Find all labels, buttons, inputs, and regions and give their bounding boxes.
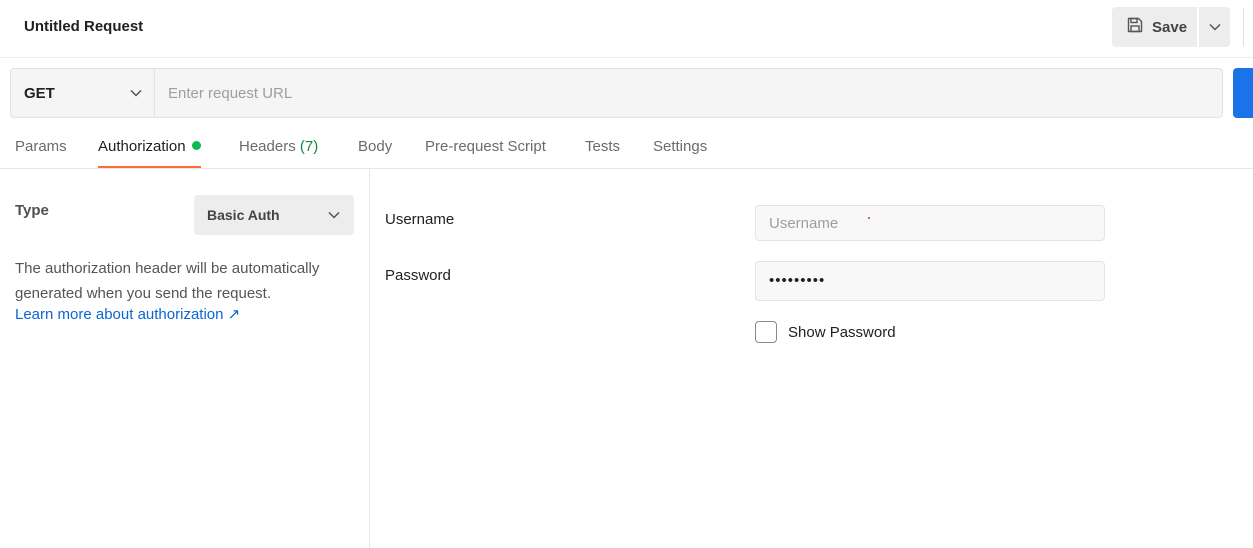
learn-more-link[interactable]: Learn more about authorization ↗ [15, 305, 240, 323]
method-label: GET [24, 84, 55, 102]
password-field[interactable]: ••••••••• [755, 261, 1105, 301]
tab-label: Tests [585, 138, 621, 155]
chevron-down-icon [328, 206, 340, 224]
tab-tests[interactable]: Tests [585, 128, 620, 168]
save-options-button[interactable] [1199, 7, 1230, 47]
tab-params[interactable]: Params [15, 128, 67, 168]
password-label: Password [385, 267, 451, 284]
tab-label: Params [15, 138, 67, 155]
username-field[interactable] [755, 205, 1105, 241]
auth-fields-panel: Username Password ••••••••• Show Passwor… [371, 169, 1253, 548]
save-icon [1126, 16, 1144, 38]
username-label: Username [385, 211, 455, 228]
header-divider [1243, 8, 1244, 46]
auth-type-panel: Type Basic Auth The authorization header… [0, 169, 370, 548]
chevron-down-icon [130, 84, 142, 102]
url-input[interactable] [155, 69, 1222, 117]
method-select[interactable]: GET [11, 69, 155, 117]
chevron-down-icon [1208, 18, 1221, 36]
request-tabs: Params Authorization Headers (7) Body Pr… [0, 128, 1253, 169]
tab-settings[interactable]: Settings [653, 128, 707, 168]
request-title[interactable]: Untitled Request [24, 18, 143, 35]
url-bar: GET [10, 68, 1223, 118]
auth-type-label: Type [15, 202, 49, 219]
tab-body[interactable]: Body [358, 128, 392, 168]
save-button-label: Save [1152, 18, 1188, 36]
tab-label: Body [358, 138, 393, 155]
request-header: Untitled Request Save [0, 0, 1253, 58]
tab-authorization[interactable]: Authorization [98, 128, 201, 168]
send-button[interactable] [1233, 68, 1253, 118]
save-button-group: Save [1112, 7, 1230, 47]
auth-description: The authorization header will be automat… [15, 260, 320, 302]
auth-type-select[interactable]: Basic Auth [194, 195, 354, 235]
show-password-label[interactable]: Show Password [788, 324, 896, 341]
headers-count: (7) [299, 138, 319, 155]
required-indicator [868, 217, 870, 219]
status-dot-icon [191, 141, 201, 150]
show-password-checkbox[interactable] [755, 321, 777, 343]
auth-type-value: Basic Auth [207, 207, 280, 223]
tab-label: Headers [239, 138, 296, 155]
tab-pre-request-script[interactable]: Pre-request Script [425, 128, 546, 168]
tab-label: Settings [653, 138, 708, 155]
tab-headers[interactable]: Headers (7) [239, 128, 318, 168]
tab-label: Pre-request Script [425, 138, 546, 155]
save-button[interactable]: Save [1112, 7, 1197, 47]
tab-label: Authorization [98, 138, 186, 155]
